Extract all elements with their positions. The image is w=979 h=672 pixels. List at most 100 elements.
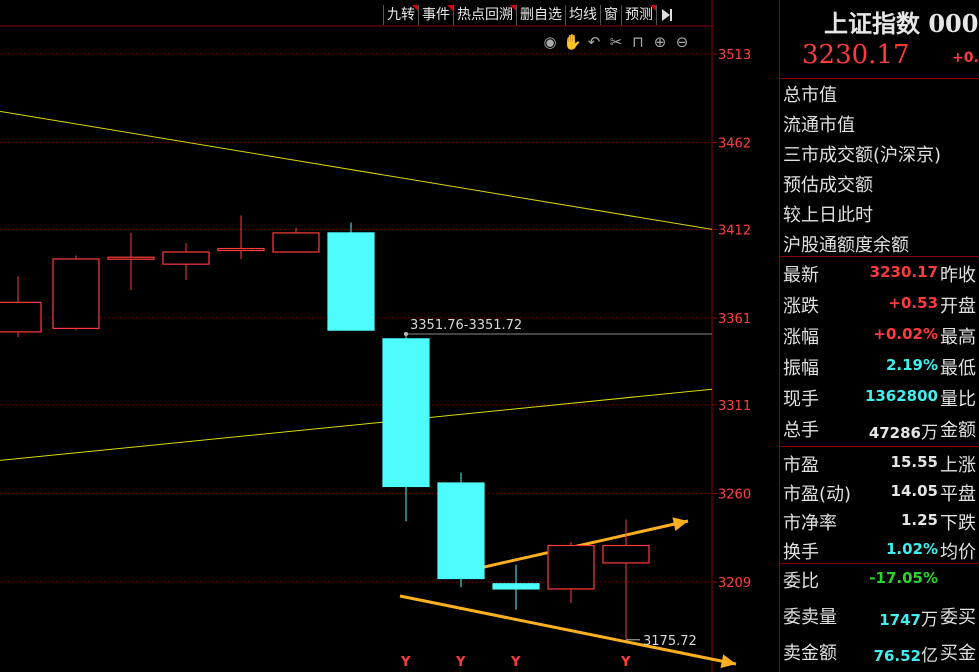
row-value: 47286万 bbox=[869, 418, 938, 443]
row-label-right: 平盘 bbox=[940, 484, 976, 505]
y-marker: Y bbox=[400, 655, 411, 670]
quote-row: 卖金额 76.52亿 买金 bbox=[780, 636, 979, 666]
candle-up bbox=[217, 247, 265, 252]
row-value: 14.05 bbox=[891, 482, 938, 500]
quote-row: 换手 1.02% 均价 bbox=[780, 535, 979, 565]
high-annotation-label: 3351.76-3351.72 bbox=[410, 318, 522, 333]
kline-chart[interactable]: 3513 3462 3412 3361 3311 3260 3209 Y Y Y Y 3351.7… bbox=[0, 0, 779, 672]
row-value: +0.02% bbox=[873, 325, 938, 343]
quote-row: 涨跌 +0.53 开盘 bbox=[780, 289, 979, 319]
candle-up bbox=[162, 251, 210, 265]
candle-down bbox=[492, 583, 540, 590]
lock-icon[interactable]: ⊓ bbox=[629, 33, 647, 51]
scissors-icon[interactable]: ✂ bbox=[607, 33, 625, 51]
row-value-number: 1.02% bbox=[885, 540, 938, 558]
collapse-arrow-icon[interactable] bbox=[656, 5, 675, 25]
stock-title: 上证指数 000 bbox=[824, 9, 979, 38]
chart-toolbar: 九转 事件 热点回溯 删自选 均线窗预测 bbox=[383, 5, 675, 25]
row-label-right: 最低 bbox=[940, 358, 976, 379]
row-label: 委比 bbox=[783, 571, 819, 592]
info-label: 流通市值 bbox=[783, 115, 855, 136]
candle-up bbox=[52, 258, 100, 330]
row-value-number: 3230.17 bbox=[869, 263, 938, 281]
row-value-number: 1362800 bbox=[864, 387, 938, 405]
toolbar-item[interactable]: 事件 bbox=[418, 5, 453, 25]
row-label: 市净率 bbox=[783, 513, 837, 534]
y-marker: Y bbox=[620, 655, 631, 670]
row-label: 最新 bbox=[783, 265, 819, 286]
candle-down bbox=[437, 482, 485, 580]
row-label-right: 均价 bbox=[940, 542, 976, 563]
candle-up bbox=[547, 544, 595, 590]
row-value: 1362800 bbox=[865, 387, 938, 405]
row-label-right: 上涨 bbox=[940, 455, 976, 476]
row-label-right: 买金 bbox=[940, 643, 976, 664]
row-value: 2.19% bbox=[886, 356, 938, 374]
row-label: 现手 bbox=[783, 389, 819, 410]
row-value-number: -17.05% bbox=[869, 569, 938, 587]
row-value: 1.02% bbox=[886, 540, 938, 558]
arrow-down bbox=[399, 594, 737, 666]
row-value-number: 1747 bbox=[879, 611, 921, 629]
row-value-unit: 万 bbox=[921, 610, 938, 630]
toolbar-item[interactable]: 窗 bbox=[600, 5, 621, 25]
row-value-number: 76.52 bbox=[873, 647, 921, 665]
y-tick-label: 3260 bbox=[718, 487, 751, 502]
eye-icon[interactable]: ◉ bbox=[541, 33, 559, 51]
y-markers: YYYY bbox=[400, 655, 631, 670]
candle-down bbox=[382, 338, 430, 488]
row-label: 委卖量 bbox=[783, 607, 837, 628]
candle-up bbox=[272, 232, 320, 253]
candle-up bbox=[0, 301, 42, 333]
zoom-in-icon[interactable]: ⊕ bbox=[651, 33, 669, 51]
last-price: 3230.17 bbox=[802, 40, 910, 70]
row-label-right: 昨收 bbox=[940, 265, 976, 286]
row-label: 卖金额 bbox=[783, 643, 837, 664]
low-annotation-label: 3175.72 bbox=[643, 634, 697, 649]
divider bbox=[780, 78, 979, 79]
divider bbox=[780, 446, 979, 447]
row-label-right: 最高 bbox=[940, 327, 976, 348]
divider bbox=[780, 256, 979, 257]
row-value-unit: 万 bbox=[921, 423, 938, 443]
toolbar-item[interactable]: 预测 bbox=[621, 5, 656, 25]
chart-tools: ◉ ✋ ↶ ✂ ⊓ ⊕ ⊖ bbox=[541, 33, 691, 51]
toolbar-item[interactable]: 九转 bbox=[383, 5, 418, 25]
toolbar-item[interactable]: 删自选 bbox=[516, 5, 565, 25]
hand-icon[interactable]: ✋ bbox=[563, 33, 582, 51]
toolbar-item[interactable]: 热点回溯 bbox=[453, 5, 516, 25]
row-value: 3230.17 bbox=[870, 263, 938, 281]
arrow-up-head bbox=[672, 517, 688, 531]
info-label: 预估成交额 bbox=[783, 175, 873, 196]
y-marker: Y bbox=[510, 655, 521, 670]
quote-row: 委比 -17.05% bbox=[780, 564, 979, 594]
candle-up bbox=[602, 544, 650, 564]
row-label: 市盈(动) bbox=[783, 484, 852, 505]
y-tick-label: 3361 bbox=[718, 312, 751, 327]
row-value: 1.25 bbox=[901, 511, 938, 529]
trend-line-lower bbox=[0, 388, 713, 461]
row-label: 总手 bbox=[783, 420, 819, 441]
info-label: 总市值 bbox=[783, 85, 837, 106]
toolbar-item[interactable]: 均线 bbox=[565, 5, 600, 25]
high-annotation-dot bbox=[404, 332, 408, 337]
quote-row: 市盈(动) 14.05 平盘 bbox=[780, 477, 979, 507]
row-value-number: 1.25 bbox=[900, 511, 938, 529]
row-value: 15.55 bbox=[891, 453, 938, 471]
quote-row: 市盈 15.55 上涨 bbox=[780, 448, 979, 478]
y-tick-label: 3209 bbox=[718, 576, 751, 591]
row-value-number: 47286 bbox=[868, 424, 921, 442]
zoom-out-icon[interactable]: ⊖ bbox=[673, 33, 691, 51]
y-tick-label: 3412 bbox=[718, 223, 751, 238]
undo-icon[interactable]: ↶ bbox=[585, 33, 603, 51]
row-value-number: 15.55 bbox=[890, 453, 938, 471]
row-label-right: 下跌 bbox=[940, 513, 976, 534]
row-value: 76.52亿 bbox=[874, 641, 938, 666]
row-value: -17.05% bbox=[869, 569, 938, 587]
row-value-number: 14.05 bbox=[890, 482, 938, 500]
row-label-right: 开盘 bbox=[940, 296, 976, 317]
arrow-down-head bbox=[720, 654, 736, 668]
row-value-number: +0.02% bbox=[873, 325, 938, 343]
quote-row: 委卖量 1747万 委买 bbox=[780, 600, 979, 630]
quote-row: 市净率 1.25 下跌 bbox=[780, 506, 979, 536]
